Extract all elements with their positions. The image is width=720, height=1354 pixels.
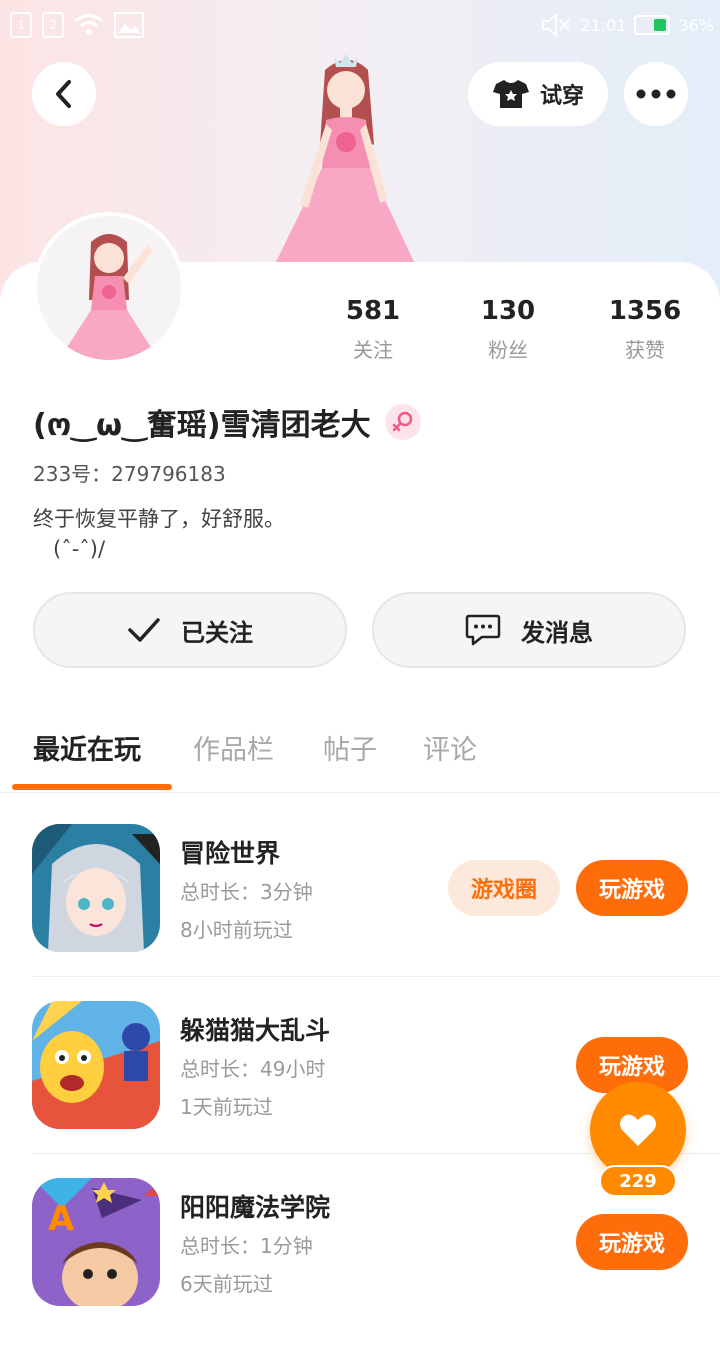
game-icon: A (32, 1178, 160, 1306)
tab-posts[interactable]: 帖子 (323, 728, 377, 767)
stat-fans[interactable]: 130 粉丝 (453, 296, 563, 363)
back-arrow-icon (56, 80, 71, 108)
avatar-character-image (270, 50, 420, 265)
wifi-icon (75, 14, 103, 35)
tab-works[interactable]: 作品栏 (193, 728, 274, 767)
game-title: 躲猫猫大乱斗 (180, 1016, 331, 1045)
stat-following-value: 581 (345, 296, 401, 326)
game-last-played: 8小时前玩过 (180, 918, 293, 942)
gallery-icon (114, 12, 144, 38)
stat-likes-label: 获赞 (625, 338, 665, 362)
profile-name: (ო‿ω‿奮瑶)雪清团老大 (33, 408, 371, 443)
followed-label: 已关注 (181, 618, 253, 647)
game-title: 阳阳魔法学院 (180, 1193, 331, 1222)
game-duration: 总时长：1分钟 (180, 1234, 313, 1258)
avatar[interactable] (33, 212, 185, 364)
game-item[interactable]: 冒险世界 总时长：3分钟 8小时前玩过 游戏圈 玩游戏 (0, 824, 720, 1000)
game-duration: 总时长：49小时 (180, 1057, 326, 1081)
more-dots-icon (636, 89, 676, 99)
heart-icon (620, 1114, 656, 1146)
play-game-button[interactable]: 玩游戏 (576, 860, 688, 916)
check-icon (128, 618, 160, 642)
user-id: 233号：279796183 (33, 462, 226, 486)
stat-fans-label: 粉丝 (488, 338, 528, 362)
try-on-button[interactable]: 试穿 (468, 62, 608, 126)
status-bar: 1 2 21:01 36% (0, 0, 720, 50)
stat-likes-value: 1356 (608, 296, 682, 326)
battery-icon (634, 15, 671, 35)
game-icon (32, 1001, 160, 1129)
active-tab-indicator (12, 784, 172, 790)
sim1-icon: 1 (10, 12, 32, 38)
stat-fans-value: 130 (480, 296, 536, 326)
play-game-button[interactable]: 玩游戏 (576, 1214, 688, 1270)
sim2-icon: 2 (42, 12, 64, 38)
game-duration: 总时长：3分钟 (180, 880, 313, 904)
female-icon (384, 404, 421, 440)
profile-tabs: 最近在玩 作品栏 帖子 评论 (0, 720, 720, 793)
game-circle-button[interactable]: 游戏圈 (448, 860, 560, 916)
followed-button[interactable]: 已关注 (33, 592, 347, 668)
shirt-icon (492, 80, 529, 108)
mute-icon (542, 12, 571, 38)
svg-text:A: A (48, 1199, 75, 1239)
divider (32, 976, 720, 977)
profile-bio: 终于恢复平静了，好舒服。 (ˆ-ˆ)/ (33, 507, 285, 561)
back-button[interactable] (32, 62, 96, 126)
stat-following[interactable]: 581 关注 (318, 296, 428, 363)
tab-comments[interactable]: 评论 (423, 728, 477, 767)
tab-recently-played[interactable]: 最近在玩 (33, 728, 141, 767)
stat-following-label: 关注 (353, 338, 393, 362)
status-time: 21:01 (580, 15, 627, 35)
game-title: 冒险世界 (180, 839, 281, 868)
send-message-label: 发消息 (521, 618, 593, 647)
game-item[interactable]: A 阳阳魔法学院 总时长：1分钟 6天前玩过 玩游戏 (0, 1178, 720, 1354)
game-last-played: 1天前玩过 (180, 1095, 273, 1119)
game-last-played: 6天前玩过 (180, 1272, 273, 1296)
game-icon (32, 824, 160, 952)
like-count: 229 (599, 1165, 677, 1197)
try-on-label: 试穿 (539, 84, 584, 109)
stat-likes[interactable]: 1356 获赞 (590, 296, 700, 363)
battery-percent: 36% (678, 15, 714, 35)
profile-name-row: (ო‿ω‿奮瑶)雪清团老大 (33, 400, 421, 444)
send-message-button[interactable]: 发消息 (372, 592, 686, 668)
more-button[interactable] (624, 62, 688, 126)
chat-bubble-icon (465, 614, 501, 646)
like-button[interactable] (590, 1082, 686, 1178)
